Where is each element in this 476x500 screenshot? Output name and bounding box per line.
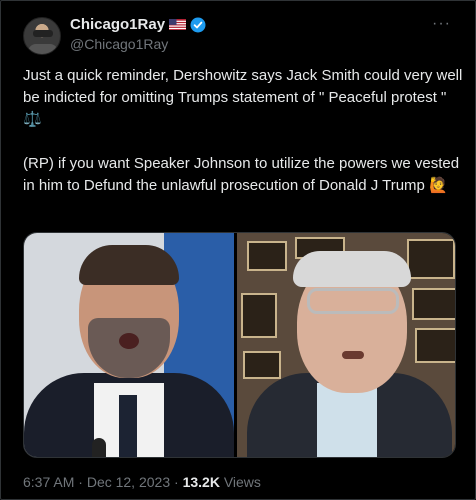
tweet-header: Chicago1Ray @Chicago1Ray ··· <box>23 13 461 57</box>
wall-frame <box>407 239 455 279</box>
tweet-date[interactable]: Dec 12, 2023 <box>87 474 170 490</box>
meta-separator: · <box>170 474 183 490</box>
mouth <box>342 351 364 359</box>
tweet-text: Just a quick reminder, Dershowitz says J… <box>23 67 463 194</box>
light-blue-shirt <box>317 383 377 457</box>
necktie <box>119 395 137 457</box>
media-left-photo <box>24 233 234 457</box>
avatar-shirt <box>28 44 58 54</box>
tweet-meta: 6:37 AM · Dec 12, 2023 · 13.2K Views <box>23 474 261 490</box>
avatar-glasses <box>33 30 53 37</box>
meta-separator: · <box>74 474 87 490</box>
author-display-name[interactable]: Chicago1Ray <box>70 16 165 33</box>
mouth <box>119 333 139 349</box>
more-options-icon[interactable]: ··· <box>432 15 451 33</box>
hair <box>79 245 179 285</box>
eyeglasses <box>307 288 399 314</box>
tweet-time[interactable]: 6:37 AM <box>23 474 74 490</box>
wall-frame <box>243 351 281 379</box>
views-label: Views <box>219 474 261 490</box>
tweet-card: Chicago1Ray @Chicago1Ray ··· Just a quic… <box>0 0 476 500</box>
wall-frame <box>412 288 455 320</box>
tweet-media[interactable] <box>23 232 456 458</box>
microphone <box>92 438 106 457</box>
author-handle[interactable]: @Chicago1Ray <box>70 36 168 52</box>
media-right-photo <box>237 233 455 457</box>
author-avatar[interactable] <box>23 17 61 55</box>
author-name-row: Chicago1Ray <box>70 16 206 33</box>
wall-frame <box>247 241 287 271</box>
white-hair <box>293 251 411 287</box>
wall-frame <box>415 328 455 363</box>
views-count[interactable]: 13.2K <box>183 474 220 490</box>
us-flag-icon <box>169 19 187 30</box>
wall-frame <box>241 293 277 338</box>
verified-badge-icon <box>190 17 206 32</box>
